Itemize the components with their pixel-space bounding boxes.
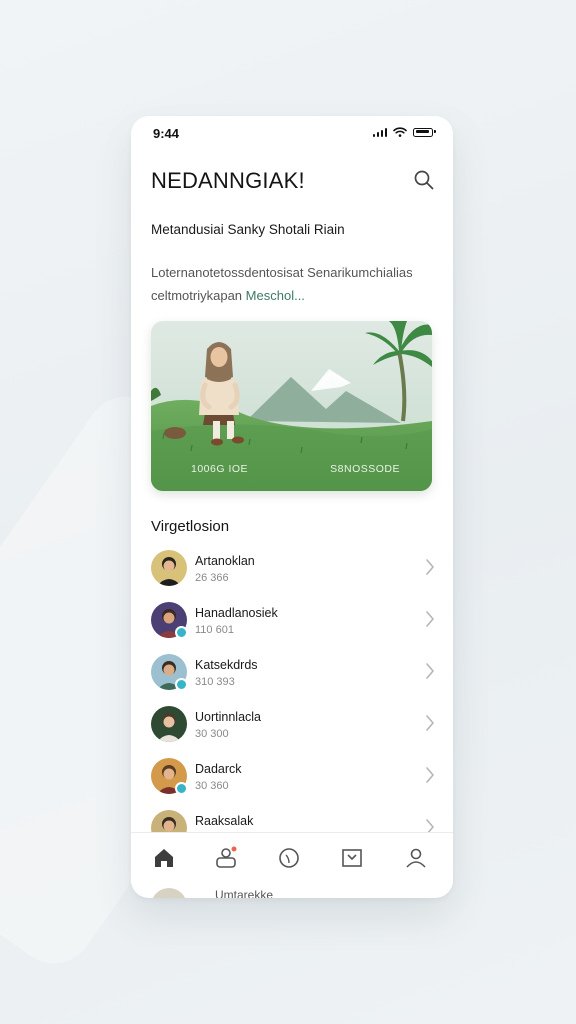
profile-card-icon[interactable] (213, 845, 239, 871)
list-item-meta: 310 393 (195, 676, 235, 688)
list-item[interactable]: Dadarck 30 360 (131, 754, 453, 806)
list-item-name: Katsekdrds (195, 658, 258, 672)
status-time: 9:44 (153, 126, 180, 141)
status-badge (175, 626, 188, 639)
phone-screen: 9:44 NEDANNGIAK! Metandusiai Sanky Shota… (131, 116, 453, 898)
heart-icon[interactable] (276, 845, 302, 871)
wifi-icon (393, 127, 407, 137)
status-badge (175, 678, 188, 691)
page-subtitle: Metandusiai Sanky Shotali Riain (151, 222, 345, 237)
home-icon[interactable] (151, 845, 177, 871)
hero-card[interactable]: 1006G IOE S8NOSSODE (151, 321, 432, 491)
hero-caption-right: S8NOSSODE (330, 463, 400, 475)
list-item-meta: 30 300 (195, 728, 229, 740)
status-bar: 9:44 (131, 116, 453, 150)
chevron-right-icon (426, 611, 434, 627)
list-item-name: Dadarck (195, 762, 242, 776)
status-icons (372, 127, 436, 137)
list-item[interactable]: Hanadlanosiek 110 601 (131, 598, 453, 650)
signal-icon (372, 127, 387, 137)
chevron-right-icon (426, 663, 434, 679)
avatar (152, 888, 186, 898)
battery-icon (413, 127, 436, 137)
chevron-right-icon (426, 559, 434, 575)
chevron-right-icon (426, 715, 434, 731)
list-item-name: Uortinnlacla (195, 710, 262, 724)
bookmark-icon[interactable] (339, 845, 365, 871)
list-item-name: Hanadlanosiek (195, 606, 278, 620)
section-title: Virgetlosion (151, 518, 230, 535)
chevron-right-icon (426, 767, 434, 783)
page-title: NEDANNGIAK! (151, 168, 305, 193)
list-item-meta: 26 366 (195, 572, 229, 584)
peek-list-item: Umtarekke (151, 886, 431, 898)
read-more-link[interactable]: Meschol... (246, 288, 305, 303)
list-item[interactable]: Katsekdrds 310 393 (131, 650, 453, 702)
description-text: Loternanotetossdentosisat Senarikumchial… (151, 261, 436, 307)
list-item-meta: 110 601 (195, 624, 234, 636)
status-badge (175, 782, 188, 795)
avatar (151, 550, 187, 586)
avatar (151, 706, 187, 742)
list-item-name: Raaksalak (195, 814, 254, 828)
list-item[interactable]: Uortinnlacla 30 300 (131, 702, 453, 754)
list-item-meta: 30 360 (195, 780, 229, 792)
hero-caption-left: 1006G IOE (191, 463, 249, 475)
tab-bar (131, 832, 453, 887)
list-item-name: Artanoklan (195, 554, 255, 568)
person-icon[interactable] (403, 845, 429, 871)
search-icon[interactable] (413, 169, 435, 191)
list-item-name: Umtarekke (215, 888, 274, 898)
list-item[interactable]: Artanoklan 26 366 (131, 546, 453, 598)
